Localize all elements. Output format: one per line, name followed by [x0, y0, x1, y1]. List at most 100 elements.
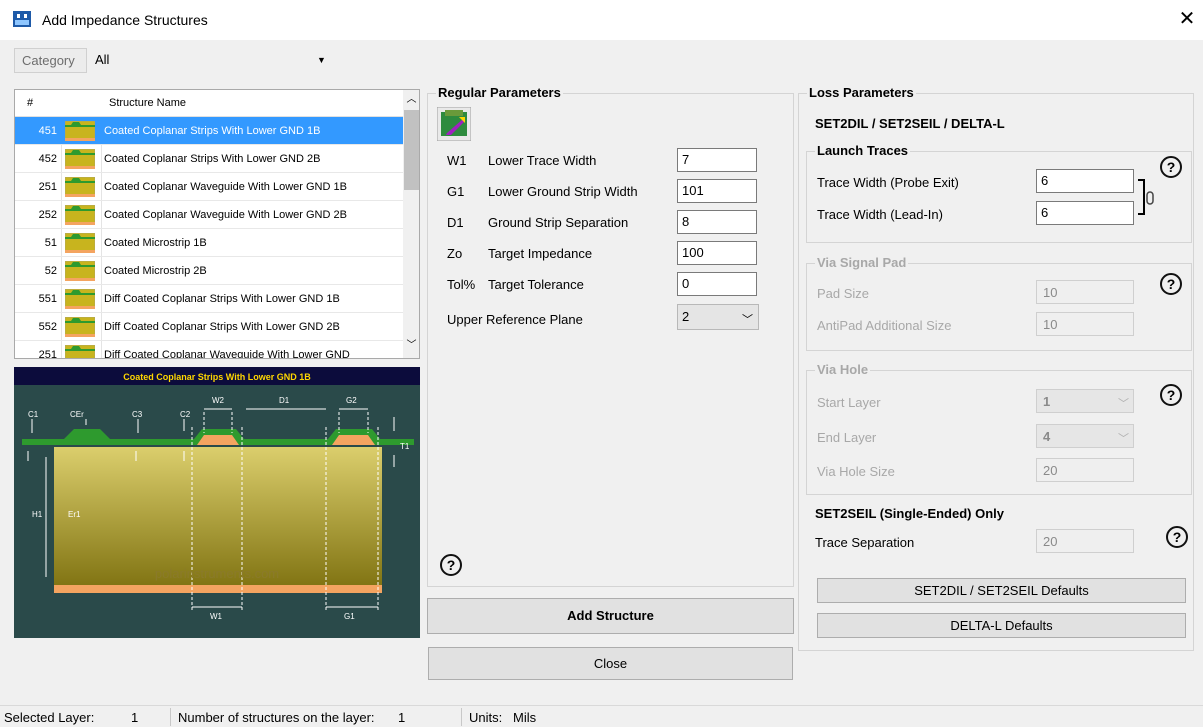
- param-symbol: Zo: [447, 246, 463, 261]
- label-c2: C2: [180, 410, 191, 419]
- upper-plane-label: Upper Reference Plane: [447, 312, 583, 327]
- status-divider: [461, 708, 462, 726]
- scroll-thumb[interactable]: [404, 110, 419, 190]
- help-icon[interactable]: ?: [1160, 384, 1182, 406]
- chevron-down-icon[interactable]: ﹀: [1118, 430, 1129, 446]
- probe-exit-input[interactable]: 6: [1036, 169, 1134, 193]
- status-count-value: 1: [398, 710, 406, 725]
- app-icon: [13, 11, 31, 27]
- help-icon[interactable]: ?: [1166, 526, 1188, 548]
- table-row[interactable]: 52 Coated Microstrip 2B: [15, 257, 403, 285]
- table-row[interactable]: 252 Coated Coplanar Waveguide With Lower …: [15, 201, 403, 229]
- antipad-size-label: AntiPad Additional Size: [817, 318, 952, 333]
- param-input[interactable]: 0: [677, 272, 757, 296]
- structure-name: Diff Coated Coplanar Strips With Lower G…: [104, 293, 340, 305]
- structure-name: Coated Microstrip 2B: [104, 265, 207, 277]
- close-icon[interactable]: ✕: [1176, 8, 1198, 30]
- row-number: 552: [38, 321, 57, 333]
- status-layer-label: Selected Layer:: [4, 710, 95, 725]
- label-h1: H1: [32, 510, 43, 519]
- param-symbol: G1: [447, 184, 465, 199]
- probe-exit-label: Trace Width (Probe Exit): [817, 175, 959, 190]
- via-signal-pad-title: Via Signal Pad: [815, 255, 909, 270]
- delta-l-defaults-button[interactable]: DELTA-L Defaults: [817, 613, 1186, 638]
- watermark: polarinstruments.com: [155, 566, 279, 581]
- param-symbol: Tol%: [447, 277, 476, 292]
- table-row[interactable]: 451 Coated Coplanar Strips With Lower GND…: [15, 117, 403, 145]
- regular-parameters-title: Regular Parameters: [436, 85, 563, 100]
- param-input[interactable]: 100: [677, 241, 757, 265]
- trace-separation-label: Trace Separation: [815, 535, 915, 550]
- param-input[interactable]: 101: [677, 179, 757, 203]
- via-hole-size-label: Via Hole Size: [817, 464, 895, 479]
- structure-name: Coated Coplanar Strips With Lower GND 1B: [104, 125, 321, 137]
- launch-traces-group: [806, 151, 1192, 243]
- param-symbol: D1: [447, 215, 464, 230]
- table-row[interactable]: 251 Diff Coated Coplanar Waveguide With L…: [15, 341, 403, 359]
- help-icon[interactable]: ?: [440, 554, 462, 576]
- label-w2: W2: [212, 396, 225, 405]
- table-row[interactable]: 452 Coated Coplanar Strips With Lower GND…: [15, 145, 403, 173]
- loss-parameters-title: Loss Parameters: [807, 85, 916, 100]
- label-d1: D1: [279, 396, 290, 405]
- label-c1: C1: [28, 410, 39, 419]
- antipad-size-input[interactable]: 10: [1036, 312, 1134, 336]
- help-icon[interactable]: ?: [1160, 156, 1182, 178]
- scroll-down-icon[interactable]: ﹀: [403, 338, 419, 354]
- chevron-down-icon[interactable]: ﹀: [742, 311, 753, 327]
- label-g2: G2: [346, 396, 357, 405]
- link-icon[interactable]: [1136, 178, 1158, 218]
- structure-name: Coated Coplanar Waveguide With Lower GND…: [104, 181, 347, 193]
- trace-separation-input[interactable]: 20: [1036, 529, 1134, 553]
- status-count-label: Number of structures on the layer:: [178, 710, 375, 725]
- end-layer-label: End Layer: [817, 430, 877, 445]
- via-signal-pad-group: [806, 263, 1192, 351]
- structure-thumbnail-icon: [65, 205, 95, 225]
- param-label: Target Impedance: [488, 246, 593, 261]
- chevron-down-icon[interactable]: ▼: [317, 55, 326, 65]
- param-input[interactable]: 7: [677, 148, 757, 172]
- via-hole-title: Via Hole: [815, 362, 871, 377]
- header-structure-name[interactable]: Structure Name: [109, 97, 186, 109]
- pad-size-input[interactable]: 10: [1036, 280, 1134, 304]
- table-row[interactable]: 551 Diff Coated Coplanar Strips With Lowe…: [15, 285, 403, 313]
- scroll-up-icon[interactable]: ︿: [403, 92, 419, 108]
- via-hole-size-input[interactable]: 20: [1036, 458, 1134, 482]
- row-number: 51: [44, 237, 57, 249]
- launch-traces-title: Launch Traces: [815, 143, 911, 158]
- row-number: 252: [38, 209, 57, 221]
- lead-in-input[interactable]: 6: [1036, 201, 1134, 225]
- chevron-down-icon[interactable]: ﹀: [1118, 395, 1129, 411]
- pad-size-label: Pad Size: [817, 286, 870, 301]
- close-button[interactable]: Close: [428, 647, 793, 680]
- label-c3: C3: [132, 410, 143, 419]
- list-header: # Structure Name: [15, 90, 403, 117]
- row-number: 451: [38, 125, 57, 137]
- structure-thumbnail-icon: [65, 289, 95, 309]
- loss-subtitle: SET2DIL / SET2SEIL / DELTA-L: [815, 116, 1005, 131]
- list-scrollbar[interactable]: ︿ ﹀: [403, 90, 419, 358]
- param-input[interactable]: 8: [677, 210, 757, 234]
- structure-thumbnail-icon: [65, 261, 95, 281]
- add-structure-button[interactable]: Add Structure: [427, 598, 794, 634]
- structure-list[interactable]: # Structure Name 451 Coated Coplanar Stri…: [14, 89, 420, 359]
- table-row[interactable]: 251 Coated Coplanar Waveguide With Lower …: [15, 173, 403, 201]
- status-divider: [170, 708, 171, 726]
- structure-name: Diff Coated Coplanar Waveguide With Lowe…: [104, 349, 350, 359]
- structure-name: Diff Coated Coplanar Strips With Lower G…: [104, 321, 340, 333]
- set2dil-defaults-button[interactable]: SET2DIL / SET2SEIL Defaults: [817, 578, 1186, 603]
- row-number: 452: [38, 153, 57, 165]
- category-dropdown[interactable]: All: [89, 48, 332, 73]
- label-g1: G1: [344, 612, 355, 621]
- table-row[interactable]: 51 Coated Microstrip 1B: [15, 229, 403, 257]
- start-layer-label: Start Layer: [817, 395, 881, 410]
- lead-in-label: Trace Width (Lead-In): [817, 207, 943, 222]
- single-ended-title: SET2SEIL (Single-Ended) Only: [815, 506, 1005, 521]
- status-units-value: Mils: [513, 710, 537, 725]
- help-icon[interactable]: ?: [1160, 273, 1182, 295]
- paste-parameters-icon[interactable]: [437, 107, 471, 141]
- header-num[interactable]: #: [27, 97, 33, 109]
- title-bar: Add Impedance Structures ✕: [0, 0, 1203, 40]
- structure-diagram: Coated Coplanar Strips With Lower GND 1B: [14, 367, 420, 638]
- table-row[interactable]: 552 Diff Coated Coplanar Strips With Lowe…: [15, 313, 403, 341]
